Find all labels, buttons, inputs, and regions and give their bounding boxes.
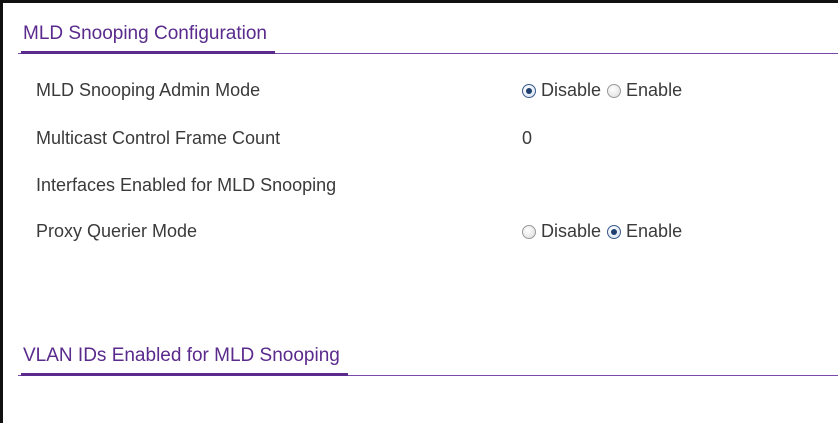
proxy-querier-label: Proxy Querier Mode xyxy=(36,221,198,241)
radio-unchecked-icon[interactable] xyxy=(607,83,622,98)
admin-mode-radio-group: Disable Enable xyxy=(522,80,688,101)
vlan-section-header: VLAN IDs Enabled for MLD Snooping xyxy=(18,345,838,376)
section-title: MLD Snooping Configuration xyxy=(21,23,275,54)
proxy-querier-disable-label: Disable xyxy=(541,221,602,241)
frame-count-row: Multicast Control Frame Count 0 xyxy=(36,128,838,158)
proxy-querier-row: Proxy Querier Mode Disable Enable xyxy=(36,221,838,251)
frame-count-value: 0 xyxy=(522,128,533,148)
interfaces-label: Interfaces Enabled for MLD Snooping xyxy=(36,175,337,195)
interfaces-row: Interfaces Enabled for MLD Snooping xyxy=(36,175,838,205)
proxy-querier-enable-radio[interactable]: Enable xyxy=(607,221,682,242)
proxy-querier-radio-group: Disable Enable xyxy=(522,221,688,242)
mld-config-section-header: MLD Snooping Configuration xyxy=(18,23,838,54)
radio-checked-icon[interactable] xyxy=(522,83,536,98)
proxy-querier-disable-radio[interactable]: Disable xyxy=(522,221,601,242)
admin-mode-row: MLD Snooping Admin Mode Disable Enable xyxy=(36,80,838,110)
proxy-querier-enable-label: Enable xyxy=(626,221,683,241)
section-title: VLAN IDs Enabled for MLD Snooping xyxy=(21,345,348,376)
radio-checked-icon[interactable] xyxy=(607,224,622,239)
radio-unchecked-icon[interactable] xyxy=(522,224,536,239)
admin-mode-enable-radio[interactable]: Enable xyxy=(607,80,682,101)
admin-mode-enable-label: Enable xyxy=(626,80,683,100)
admin-mode-disable-radio[interactable]: Disable xyxy=(522,80,601,101)
admin-mode-label: MLD Snooping Admin Mode xyxy=(36,80,261,100)
frame-count-label: Multicast Control Frame Count xyxy=(36,128,281,148)
admin-mode-disable-label: Disable xyxy=(541,80,602,100)
